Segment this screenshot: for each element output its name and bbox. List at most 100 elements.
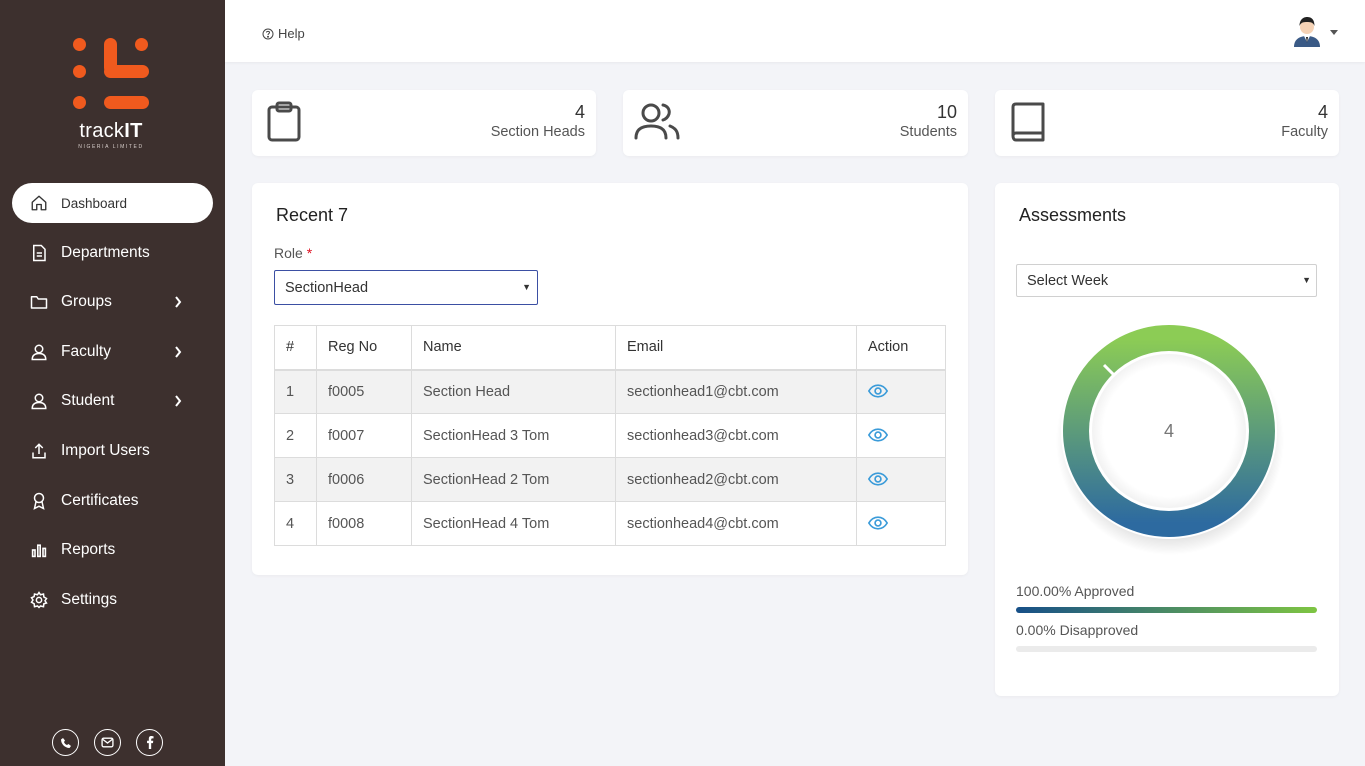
clipboard-icon	[266, 101, 304, 143]
eye-icon	[867, 516, 889, 530]
table-cell-email: sectionhead1@cbt.com	[615, 369, 857, 414]
bar-chart-icon	[30, 541, 48, 559]
approved-progress-bar	[1016, 607, 1317, 613]
sidebar-nav: Dashboard Departments Groups Faculty Stu…	[12, 183, 213, 629]
help-icon	[262, 28, 274, 39]
dropdown-arrow-icon: ▼	[1302, 275, 1311, 285]
mail-icon	[101, 737, 114, 748]
stat-value: 4	[574, 102, 585, 122]
stat-value: 4	[1317, 102, 1328, 122]
gear-icon	[30, 590, 48, 609]
table-cell-reg: f0006	[316, 457, 412, 502]
eye-icon	[867, 472, 889, 486]
stat-label: Section Heads	[490, 124, 585, 140]
social-links	[52, 729, 163, 756]
sidebar-item-certificates[interactable]: Certificates	[12, 481, 213, 521]
user-icon	[30, 392, 48, 410]
chevron-right-icon	[171, 393, 185, 409]
table-row: 3 f0006 SectionHead 2 Tom sectionhead2@cbt.…	[274, 457, 946, 502]
folder-icon	[30, 293, 48, 311]
brand-logo[interactable]: trackIT NIGERIA LIMITED	[68, 34, 154, 154]
sidebar-item-import-users[interactable]: Import Users	[12, 431, 213, 471]
sidebar-item-label: Reports	[61, 541, 116, 559]
phone-button[interactable]	[52, 729, 79, 756]
table-cell-reg: f0008	[316, 501, 412, 546]
table-cell-action	[856, 369, 946, 414]
avatar-icon	[1294, 17, 1320, 47]
table-cell-email: sectionhead4@cbt.com	[615, 501, 857, 546]
table-cell-name: SectionHead 3 Tom	[411, 413, 616, 458]
recent-panel: Recent 7 Role * SectionHead ▼ # Reg No N…	[252, 183, 968, 575]
disapproved-label: 0.00% Disapproved	[1016, 622, 1139, 638]
donut-center-value: 4	[1164, 421, 1174, 441]
logo-mark-icon	[73, 38, 149, 109]
help-label: Help	[278, 26, 305, 41]
table-header-row: # Reg No Name Email Action	[274, 325, 946, 371]
column-header: Name	[411, 325, 616, 371]
stat-label: Faculty	[1281, 124, 1328, 140]
phone-icon	[60, 737, 71, 748]
table-cell-name: SectionHead 4 Tom	[411, 501, 616, 546]
sidebar-item-faculty[interactable]: Faculty	[12, 332, 213, 372]
chevron-right-icon	[171, 294, 185, 310]
role-select[interactable]: SectionHead ▼	[274, 270, 538, 305]
view-button[interactable]	[867, 516, 889, 530]
table-row: 2 f0007 SectionHead 3 Tom sectionhead3@cbt.…	[274, 413, 946, 458]
help-link[interactable]: Help	[262, 26, 305, 41]
role-select-value: SectionHead	[285, 280, 369, 296]
sidebar-item-reports[interactable]: Reports	[12, 530, 213, 570]
sidebar-item-label: Groups	[61, 293, 112, 311]
stat-card-section-heads: 4 Section Heads	[252, 90, 596, 156]
view-button[interactable]	[867, 472, 889, 486]
table-cell-name: SectionHead 2 Tom	[411, 457, 616, 502]
assessment-donut: 4	[1056, 323, 1284, 555]
table-cell-reg: f0005	[316, 369, 412, 414]
home-icon	[30, 194, 48, 212]
table-cell-email: sectionhead2@cbt.com	[615, 457, 857, 502]
table-cell-action	[856, 413, 946, 458]
week-select-value: Select Week	[1027, 273, 1109, 289]
table-cell-num: 3	[274, 457, 317, 502]
table-cell-action	[856, 501, 946, 546]
sidebar-item-label: Student	[61, 392, 115, 410]
sidebar-item-label: Import Users	[61, 441, 150, 459]
required-mark: *	[306, 245, 313, 261]
sidebar-item-settings[interactable]: Settings	[12, 580, 213, 620]
view-button[interactable]	[867, 384, 889, 398]
users-icon	[634, 101, 680, 143]
document-icon	[30, 244, 48, 262]
facebook-button[interactable]	[136, 729, 163, 756]
approved-label: 100.00% Approved	[1016, 583, 1135, 599]
table-cell-num: 2	[274, 413, 317, 458]
top-bar: Help	[225, 0, 1365, 62]
assessments-title: Assessments	[1019, 205, 1127, 225]
column-header: #	[274, 325, 317, 371]
table-row: 1 f0005 Section Head sectionhead1@cbt.com	[274, 369, 946, 414]
sidebar-item-groups[interactable]: Groups	[12, 282, 213, 322]
week-select[interactable]: Select Week ▼	[1016, 264, 1317, 297]
user-menu-caret[interactable]	[1330, 30, 1338, 35]
dropdown-arrow-icon: ▼	[522, 282, 531, 292]
mail-button[interactable]	[94, 729, 121, 756]
table-cell-num: 4	[274, 501, 317, 546]
approved-progress-fill	[1016, 607, 1317, 613]
sidebar-item-label: Settings	[61, 590, 118, 608]
table-cell-num: 1	[274, 369, 317, 414]
stat-label: Students	[899, 124, 957, 140]
upload-icon	[30, 442, 48, 460]
stat-value: 10	[936, 102, 957, 122]
stat-card-students: 10 Students	[623, 90, 968, 156]
disapproved-progress-bar	[1016, 646, 1317, 652]
role-label: Role *	[274, 245, 313, 261]
user-avatar[interactable]	[1292, 15, 1322, 47]
sidebar-item-student[interactable]: Student	[12, 381, 213, 421]
facebook-icon	[146, 736, 154, 749]
column-header: Action	[856, 325, 946, 371]
view-button[interactable]	[867, 428, 889, 442]
table-row: 4 f0008 SectionHead 4 Tom sectionhead4@cbt.…	[274, 501, 946, 546]
sidebar-item-departments[interactable]: Departments	[12, 233, 213, 273]
award-icon	[30, 492, 48, 510]
table-cell-email: sectionhead3@cbt.com	[615, 413, 857, 458]
table-cell-name: Section Head	[411, 369, 616, 414]
sidebar-item-dashboard[interactable]: Dashboard	[12, 183, 213, 223]
